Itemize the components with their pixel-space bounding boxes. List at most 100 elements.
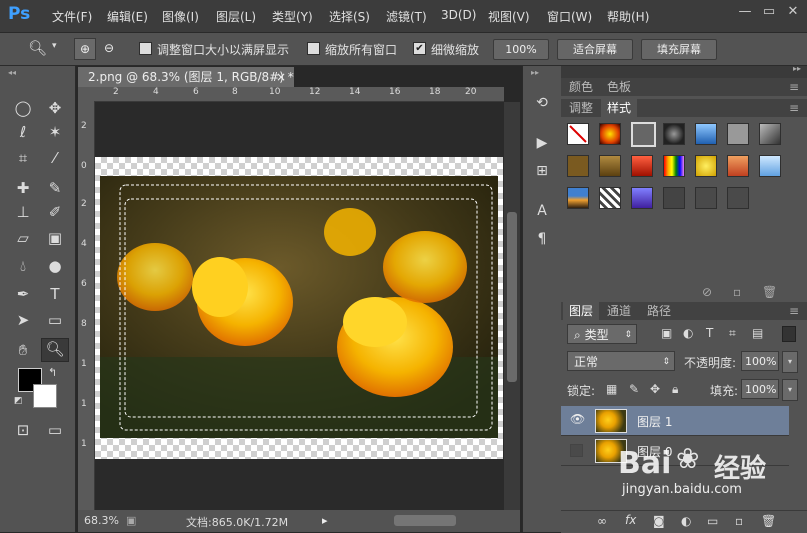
- vertical-scrollbar[interactable]: [504, 102, 520, 510]
- filter-toggle-icon[interactable]: [782, 326, 796, 342]
- style-swatch[interactable]: [695, 155, 717, 177]
- filter-smart-object-icon[interactable]: ▤: [752, 326, 763, 340]
- tab-styles[interactable]: 样式: [601, 99, 638, 117]
- menu-layer[interactable]: 图层(L): [216, 8, 256, 25]
- tab-color[interactable]: 颜色: [563, 78, 599, 96]
- screen-mode-icon[interactable]: ▭: [44, 420, 66, 440]
- history-panel-icon[interactable]: ⟲: [531, 94, 553, 112]
- panel-menu-icon[interactable]: ≡: [789, 304, 799, 318]
- style-swatch[interactable]: [567, 187, 589, 209]
- horizontal-scroll-thumb[interactable]: [394, 515, 456, 526]
- fill-input[interactable]: 100%: [741, 379, 779, 399]
- layer-mask-icon[interactable]: ◙: [653, 514, 665, 528]
- style-swatch[interactable]: [663, 187, 685, 209]
- style-swatch[interactable]: [599, 187, 621, 209]
- zoom-level[interactable]: 68.3%: [84, 514, 119, 527]
- scroll-thumb[interactable]: [507, 212, 517, 382]
- type-tool-icon[interactable]: T: [44, 284, 66, 304]
- delete-layer-icon[interactable]: 🗑︎: [761, 514, 776, 528]
- filter-type-icon[interactable]: T: [706, 326, 713, 340]
- paragraph-panel-icon[interactable]: ¶: [531, 230, 553, 248]
- menu-edit[interactable]: 编辑(E): [107, 8, 148, 25]
- properties-panel-icon[interactable]: ⊞: [531, 162, 553, 180]
- layer-row-selected[interactable]: 👁︎ 图层 1: [561, 406, 789, 436]
- zoom-all-checkbox[interactable]: [307, 42, 320, 55]
- quick-mask-icon[interactable]: ⊡: [12, 420, 34, 440]
- panel-menu-icon[interactable]: ≡: [789, 101, 799, 115]
- panel-menu-icon[interactable]: ≡: [789, 80, 799, 94]
- strip-collapse-icon[interactable]: ▸▸: [531, 68, 539, 77]
- gradient-tool-icon[interactable]: ▣: [44, 228, 66, 248]
- menu-image[interactable]: 图像(I): [162, 8, 199, 25]
- filter-pixel-icon[interactable]: ▣: [661, 326, 672, 340]
- swap-colors-icon[interactable]: ↰: [48, 366, 57, 379]
- link-layers-icon[interactable]: ∞: [597, 514, 607, 528]
- adjustment-layer-icon[interactable]: ◐: [681, 514, 691, 528]
- document-tab[interactable]: 2.png @ 68.3% (图层 1, RGB/8#) * ×: [78, 67, 294, 87]
- fill-screen-button[interactable]: 填充屏幕: [641, 39, 717, 60]
- tab-paths[interactable]: 路径: [641, 302, 677, 320]
- style-swatch[interactable]: [727, 123, 749, 145]
- clone-stamp-icon[interactable]: ⊥: [12, 202, 34, 222]
- restore-button[interactable]: ▭: [757, 2, 781, 22]
- crop-tool-icon[interactable]: ⌗: [12, 148, 34, 168]
- style-swatch[interactable]: [727, 155, 749, 177]
- menu-window[interactable]: 窗口(W): [547, 8, 592, 25]
- history-brush-icon[interactable]: ✐: [44, 202, 66, 222]
- eraser-tool-icon[interactable]: ▱: [12, 228, 34, 248]
- style-swatch[interactable]: [695, 123, 717, 145]
- resize-windows-checkbox[interactable]: [139, 42, 152, 55]
- lock-all-icon[interactable]: 🔒︎: [672, 382, 678, 397]
- path-selection-icon[interactable]: ➤: [12, 310, 34, 330]
- zoom-tool-active-icon[interactable]: 🔍︎: [41, 338, 69, 362]
- style-swatch[interactable]: [663, 155, 685, 177]
- magic-wand-icon[interactable]: ✶: [44, 122, 66, 142]
- menu-filter[interactable]: 滤镜(T): [386, 8, 427, 25]
- panel-collapse-icon[interactable]: ▸▸: [793, 64, 801, 73]
- healing-brush-icon[interactable]: ✚: [12, 178, 34, 198]
- style-swatch[interactable]: [663, 123, 685, 145]
- zoom-tool-icon[interactable]: 🔍︎: [28, 39, 47, 57]
- eyedropper-icon[interactable]: ⁄: [44, 148, 66, 168]
- style-swatch-selected[interactable]: [631, 122, 656, 147]
- tool-preset-chevron-icon[interactable]: ▾: [52, 41, 57, 51]
- zoom-out-icon[interactable]: ⊖: [99, 38, 119, 58]
- move-tool-icon[interactable]: ✥: [44, 98, 66, 118]
- filter-shape-icon[interactable]: ⌗: [729, 326, 736, 341]
- style-swatch[interactable]: [759, 123, 781, 145]
- blend-mode-select[interactable]: 正常 ⇕: [567, 351, 675, 371]
- character-panel-icon[interactable]: A: [531, 202, 553, 220]
- close-window-button[interactable]: ✕: [781, 2, 805, 22]
- opacity-input[interactable]: 100%: [741, 351, 779, 371]
- layer-name[interactable]: 图层 1: [637, 413, 672, 430]
- opacity-dropdown-icon[interactable]: ▾: [782, 351, 798, 373]
- pen-tool-icon[interactable]: ✒: [12, 284, 34, 304]
- background-color-swatch[interactable]: [33, 384, 57, 408]
- zoom-100-button[interactable]: 100%: [493, 39, 549, 60]
- visibility-eye-icon[interactable]: 👁︎: [570, 412, 585, 426]
- fill-dropdown-icon[interactable]: ▾: [782, 379, 798, 401]
- close-document-icon[interactable]: ×: [276, 67, 286, 87]
- lock-pixels-icon[interactable]: ✎: [629, 382, 639, 396]
- lock-transparency-icon[interactable]: ▦: [606, 382, 617, 396]
- default-colors-icon[interactable]: ◩: [14, 396, 23, 406]
- marquee-tool-icon[interactable]: ◯: [12, 98, 34, 118]
- layer-filter-select[interactable]: ⌕ 类型 ⇕: [567, 324, 637, 344]
- menu-help[interactable]: 帮助(H): [607, 8, 649, 25]
- lasso-tool-icon[interactable]: ℓ: [12, 122, 34, 142]
- dodge-tool-icon[interactable]: ●: [44, 256, 66, 276]
- brush-tool-icon[interactable]: ✎: [44, 178, 66, 198]
- style-swatch[interactable]: [631, 187, 653, 209]
- menu-type[interactable]: 类型(Y): [272, 8, 313, 25]
- hand-tool-icon[interactable]: ✋︎: [12, 340, 34, 360]
- style-swatch-none[interactable]: [567, 123, 589, 145]
- lock-position-icon[interactable]: ✥: [650, 382, 660, 396]
- style-swatch[interactable]: [567, 155, 589, 177]
- tab-adjustments[interactable]: 调整: [563, 99, 599, 117]
- style-swatch[interactable]: [631, 155, 653, 177]
- zoom-in-icon[interactable]: ⊕: [74, 38, 96, 60]
- visibility-empty-icon[interactable]: [570, 444, 583, 457]
- tab-layers[interactable]: 图层: [563, 302, 600, 320]
- status-icon[interactable]: ▣: [126, 514, 136, 527]
- new-style-icon[interactable]: ▫: [733, 285, 741, 299]
